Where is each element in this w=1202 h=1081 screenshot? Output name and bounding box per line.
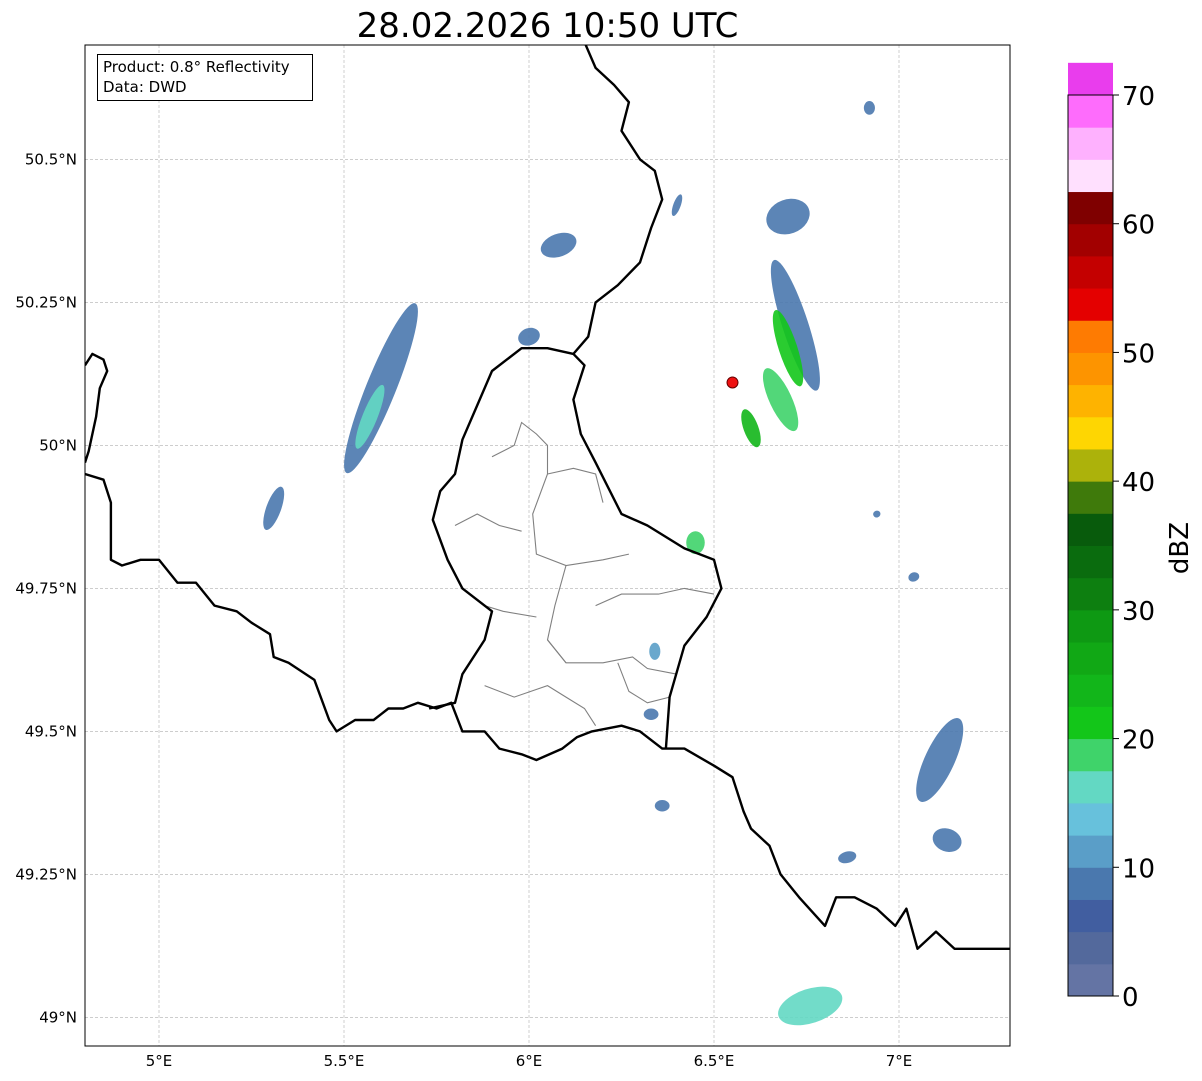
colorbar: 0 10 20 30 40 50 60 70 dBZ [1067, 62, 1195, 1013]
colorbar-segment [1068, 899, 1113, 933]
colorbar-segment [1068, 609, 1113, 643]
colorbar-segment [1068, 642, 1113, 675]
colorbar-tick-label: 30 [1122, 597, 1155, 627]
colorbar-segment [1068, 545, 1113, 579]
colorbar-segment [1068, 191, 1113, 225]
colorbar-tick-label: 60 [1122, 211, 1155, 241]
colorbar-segment [1068, 513, 1113, 546]
colorbar-segment [1068, 931, 1113, 965]
colorbar-segment [1068, 770, 1113, 804]
colorbar-segment [1068, 62, 1113, 96]
colorbar-tick-label: 0 [1122, 983, 1139, 1013]
colorbar-segment [1068, 802, 1113, 836]
colorbar-segment [1068, 416, 1113, 450]
colorbar-tick-label: 50 [1122, 339, 1155, 369]
colorbar-segment [1068, 255, 1113, 289]
colorbar-segment [1068, 867, 1113, 900]
colorbar-segment [1068, 706, 1113, 740]
colorbar-segment [1068, 159, 1113, 193]
colorbar-tick-label: 70 [1122, 82, 1155, 112]
colorbar-segment [1068, 384, 1113, 418]
colorbar-segment [1068, 127, 1113, 160]
colorbar-segment [1068, 738, 1113, 772]
colorbar-tick-label: 40 [1122, 468, 1155, 498]
colorbar-segment [1068, 448, 1113, 482]
colorbar-segment [1068, 223, 1113, 257]
colorbar-segment [1068, 352, 1113, 386]
colorbar-segment [1068, 95, 1113, 128]
colorbar-segment [1068, 577, 1113, 611]
colorbar-segment [1068, 674, 1113, 707]
colorbar-segment [1068, 288, 1113, 321]
colorbar-tick-label: 20 [1122, 726, 1155, 756]
colorbar-axis-label: dBZ [1165, 522, 1195, 574]
colorbar-segment [1068, 835, 1113, 868]
colorbar-segment [1068, 320, 1113, 353]
colorbar-segment [1068, 481, 1113, 514]
colorbar-segment [1068, 963, 1113, 997]
colorbar-tick-label: 10 [1122, 854, 1155, 884]
